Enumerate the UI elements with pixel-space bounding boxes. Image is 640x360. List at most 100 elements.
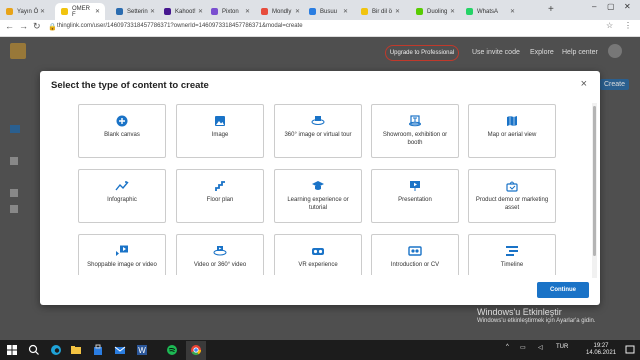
help-center-link[interactable]: Help center	[562, 49, 598, 56]
content-type-card-vr[interactable]: VR experience	[274, 234, 362, 275]
sidebar-folder-icon[interactable]	[10, 125, 20, 133]
file-explorer-icon[interactable]	[70, 344, 82, 356]
invite-code-link[interactable]: Use invite code	[472, 49, 520, 56]
active-chrome-task[interactable]	[186, 341, 206, 360]
content-type-card-map[interactable]: Map or aerial view	[468, 104, 556, 158]
reload-icon[interactable]: ↻	[33, 21, 41, 32]
tab-close-icon[interactable]: ✕	[510, 8, 515, 15]
language-icon[interactable]: TUR	[556, 344, 568, 350]
star-icon[interactable]: ☆	[606, 21, 613, 30]
infographic-icon	[79, 180, 165, 192]
modal-scrollbar[interactable]	[592, 103, 597, 278]
tab-close-icon[interactable]: ✕	[245, 8, 250, 15]
content-type-card-floor-plan[interactable]: Floor plan	[176, 169, 264, 223]
upgrade-button[interactable]: Upgrade to Professional	[385, 45, 459, 61]
window-close-icon[interactable]: ✕	[624, 2, 631, 11]
avatar[interactable]	[608, 44, 622, 58]
tab-favicon-icon	[309, 8, 316, 15]
content-type-card-plus-circle[interactable]: Blank canvas	[78, 104, 166, 158]
search-icon[interactable]	[28, 344, 40, 356]
browser-tab[interactable]: Yayın Ö ✕	[0, 3, 50, 20]
word-icon[interactable]: W	[136, 344, 148, 356]
scrollbar-thumb[interactable]	[593, 106, 596, 256]
content-type-card-infographic[interactable]: Infographic	[78, 169, 166, 223]
modal-close-button[interactable]: ×	[581, 78, 587, 90]
tab-close-icon[interactable]: ✕	[198, 8, 203, 15]
explore-link[interactable]: Explore	[530, 49, 554, 56]
continue-button[interactable]: Continue	[537, 282, 589, 298]
browser-tab[interactable]: Mondly ✕	[255, 3, 305, 20]
tray-chevron-icon[interactable]: ^	[506, 344, 509, 350]
tab-close-icon[interactable]: ✕	[450, 8, 455, 15]
windows-start-icon[interactable]	[6, 344, 18, 356]
content-type-card-graduation[interactable]: Learning experience or tutorial	[274, 169, 362, 223]
card-label: VR experience	[298, 262, 338, 268]
card-label: Video or 360° video	[193, 262, 247, 268]
content-type-card-shoppable[interactable]: Shoppable image or video	[78, 234, 166, 275]
tab-favicon-icon	[61, 8, 68, 15]
store-icon[interactable]	[92, 344, 104, 356]
mail-icon[interactable]	[114, 344, 126, 356]
content-type-card-360[interactable]: 360° image or virtual tour	[274, 104, 362, 158]
tab-favicon-icon	[211, 8, 218, 15]
sidebar-item-icon[interactable]	[10, 157, 18, 165]
windows-taskbar: W ^ ▭ ◁ TUR 19:27 14.06.2021	[0, 340, 640, 360]
forward-icon[interactable]: →	[19, 21, 28, 31]
spotify-icon[interactable]	[166, 344, 178, 356]
browser-tab[interactable]: WhatsA ✕	[460, 3, 520, 20]
content-type-card-video-360[interactable]: Video or 360° video	[176, 234, 264, 275]
browser-tab[interactable]: Duoling ✕	[410, 3, 460, 20]
tab-label: Kahoot!	[175, 8, 196, 15]
showroom-icon	[372, 115, 458, 127]
tab-close-icon[interactable]: ✕	[295, 8, 300, 15]
tab-close-icon[interactable]: ✕	[343, 8, 348, 15]
system-clock[interactable]: 19:27 14.06.2021	[586, 343, 616, 357]
tab-label: Setterin	[127, 8, 148, 15]
activation-watermark-title: Windows'u Etkinleştir	[477, 307, 562, 317]
modal-title: Select the type of content to create	[51, 80, 209, 91]
create-button[interactable]: Create	[600, 79, 630, 90]
plus-circle-icon	[79, 115, 165, 127]
new-tab-button[interactable]: +	[548, 4, 554, 15]
notification-icon[interactable]	[624, 344, 636, 356]
chrome-icon[interactable]	[190, 344, 202, 356]
content-type-card-cv[interactable]: Introduction or CV	[371, 234, 459, 275]
browser-tab[interactable]: OMER F ✕	[55, 3, 105, 20]
content-type-card-timeline[interactable]: Timeline	[468, 234, 556, 275]
sidebar-people-icon[interactable]	[10, 189, 18, 197]
cv-icon	[372, 245, 458, 257]
back-icon[interactable]: ←	[5, 21, 14, 31]
graduation-icon	[275, 180, 361, 192]
tab-close-icon[interactable]: ✕	[40, 8, 45, 15]
browser-tab[interactable]: Setterin ✕	[110, 3, 160, 20]
lock-icon: 🔒	[48, 24, 57, 31]
maximize-icon[interactable]: ▢	[607, 2, 615, 11]
sidebar-add-user-icon[interactable]	[10, 205, 18, 213]
volume-icon[interactable]: ◁	[538, 344, 543, 351]
browser-tab[interactable]: Pixton ✕	[205, 3, 255, 20]
360-icon	[275, 115, 361, 127]
browser-tab[interactable]: Kahoot! ✕	[158, 3, 208, 20]
card-label: Blank canvas	[104, 132, 140, 138]
content-type-card-showroom[interactable]: Showroom, exhibition or booth	[371, 104, 459, 158]
minimize-icon[interactable]: –	[592, 2, 596, 11]
timeline-icon	[469, 245, 555, 257]
floor-plan-icon	[177, 180, 263, 192]
browser-tab[interactable]: Busuu ✕	[303, 3, 353, 20]
bag-icon	[469, 180, 555, 192]
tab-close-icon[interactable]: ✕	[395, 8, 400, 15]
card-label: Showroom, exhibition or booth	[382, 132, 448, 146]
content-type-card-image[interactable]: Image	[176, 104, 264, 158]
browser-tab[interactable]: Bir dil ö ✕	[355, 3, 405, 20]
edge-icon[interactable]	[50, 344, 62, 356]
menu-icon[interactable]: ⋮	[624, 21, 632, 30]
network-icon[interactable]: ▭	[520, 344, 526, 351]
content-type-card-presentation[interactable]: Presentation	[371, 169, 459, 223]
content-type-card-bag[interactable]: Product demo or marketing asset	[468, 169, 556, 223]
create-content-modal: Select the type of content to create × B…	[40, 71, 600, 305]
tab-close-icon[interactable]: ✕	[150, 8, 155, 15]
card-label: Floor plan	[206, 197, 234, 203]
browser-tab-bar: Yayın Ö ✕ OMER F ✕ Setterin ✕ Kahoot! ✕ Pixton ✕ M…	[0, 0, 640, 20]
tab-close-icon[interactable]: ✕	[95, 8, 100, 15]
url-field[interactable]: thinglink.com/user/1460973318457786371?o…	[57, 23, 303, 29]
